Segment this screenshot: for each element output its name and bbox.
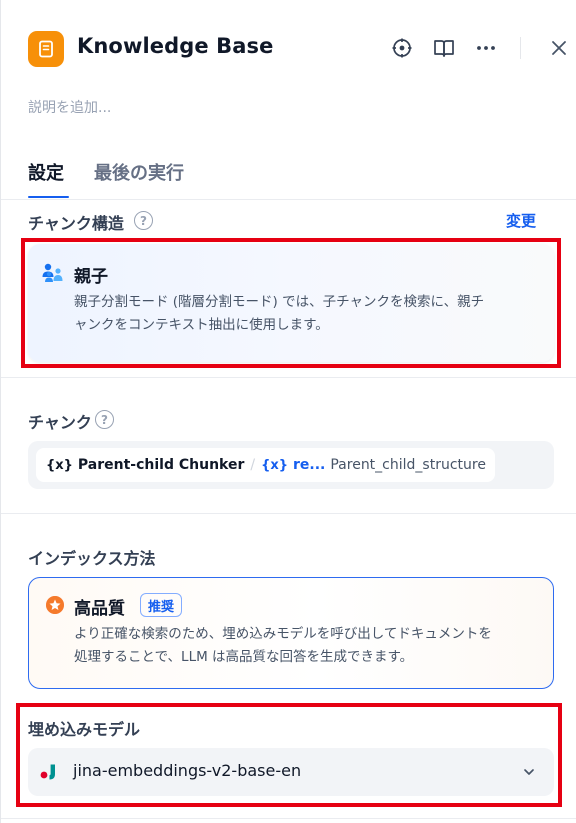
variable-icon: {x} [46, 457, 73, 473]
chunk-structure-label: チャンク構造 [28, 214, 124, 233]
embedding-model-label: 埋め込みモデル [28, 720, 141, 739]
recommended-badge: 推奨 [140, 593, 183, 617]
help-icon[interactable]: ? [95, 410, 114, 429]
tab-settings[interactable]: 設定 [28, 159, 64, 185]
high-quality-option-card[interactable]: 高品質 より正確な検索のため、埋め込みモデルを呼び出してドキュメントを 処理する… [28, 577, 554, 689]
change-structure-button[interactable]: 変更 [506, 210, 536, 231]
parent-child-icon [41, 262, 65, 288]
chunk-node-name: Parent-child Chunker [77, 457, 245, 473]
section-divider [1, 513, 576, 514]
locate-icon[interactable] [390, 36, 414, 60]
variable-icon: {x} [261, 457, 288, 473]
header-separator [520, 37, 521, 59]
help-icon[interactable]: ? [134, 211, 153, 230]
knowledge-base-panel: Knowledge Base 説明を追加... 設定 最後の実行 チャンク構造 … [0, 0, 576, 823]
chunk-variable-name: re... [293, 457, 326, 473]
chunk-field-name: Parent_child_structure [330, 457, 486, 473]
active-tab-indicator [28, 196, 69, 198]
chevron-down-icon[interactable] [519, 762, 539, 782]
chunks-label: チャンク [28, 413, 92, 432]
parent-child-option-card[interactable]: 親子 親子分割モード (階層分割モード) では、子チャンクを検索に、親チ ャンク… [28, 244, 554, 362]
path-separator: / [250, 457, 256, 473]
more-icon[interactable] [474, 36, 498, 60]
chunk-variable-pill[interactable]: {x} Parent-child Chunker / {x} re... Par… [36, 448, 495, 482]
index-method-label: インデックス方法 [28, 549, 156, 568]
parent-child-description: 親子分割モード (階層分割モード) では、子チャンクを検索に、親チ ャンクをコン… [74, 294, 485, 333]
embedding-model-select[interactable]: jina-embeddings-v2-base-en [28, 748, 554, 796]
embedding-model-value: jina-embeddings-v2-base-en [73, 761, 302, 780]
high-quality-title: 高品質 [74, 599, 125, 619]
high-quality-icon [45, 595, 65, 619]
close-icon[interactable] [547, 36, 571, 60]
panel-title: Knowledge Base [77, 34, 274, 58]
section-divider [1, 377, 576, 378]
book-open-icon[interactable] [432, 36, 456, 60]
chunk-variable-field[interactable]: {x} Parent-child Chunker / {x} re... Par… [28, 441, 554, 489]
jina-logo-icon [40, 762, 60, 786]
section-divider [1, 818, 576, 819]
book-icon [28, 31, 64, 67]
parent-child-title: 親子 [74, 267, 108, 287]
tabs-divider [1, 199, 576, 200]
high-quality-description: より正確な検索のため、埋め込みモデルを呼び出してドキュメントを 処理することで、… [74, 626, 492, 665]
tab-last-run[interactable]: 最後の実行 [94, 159, 184, 185]
description-input[interactable]: 説明を追加... [28, 97, 111, 117]
